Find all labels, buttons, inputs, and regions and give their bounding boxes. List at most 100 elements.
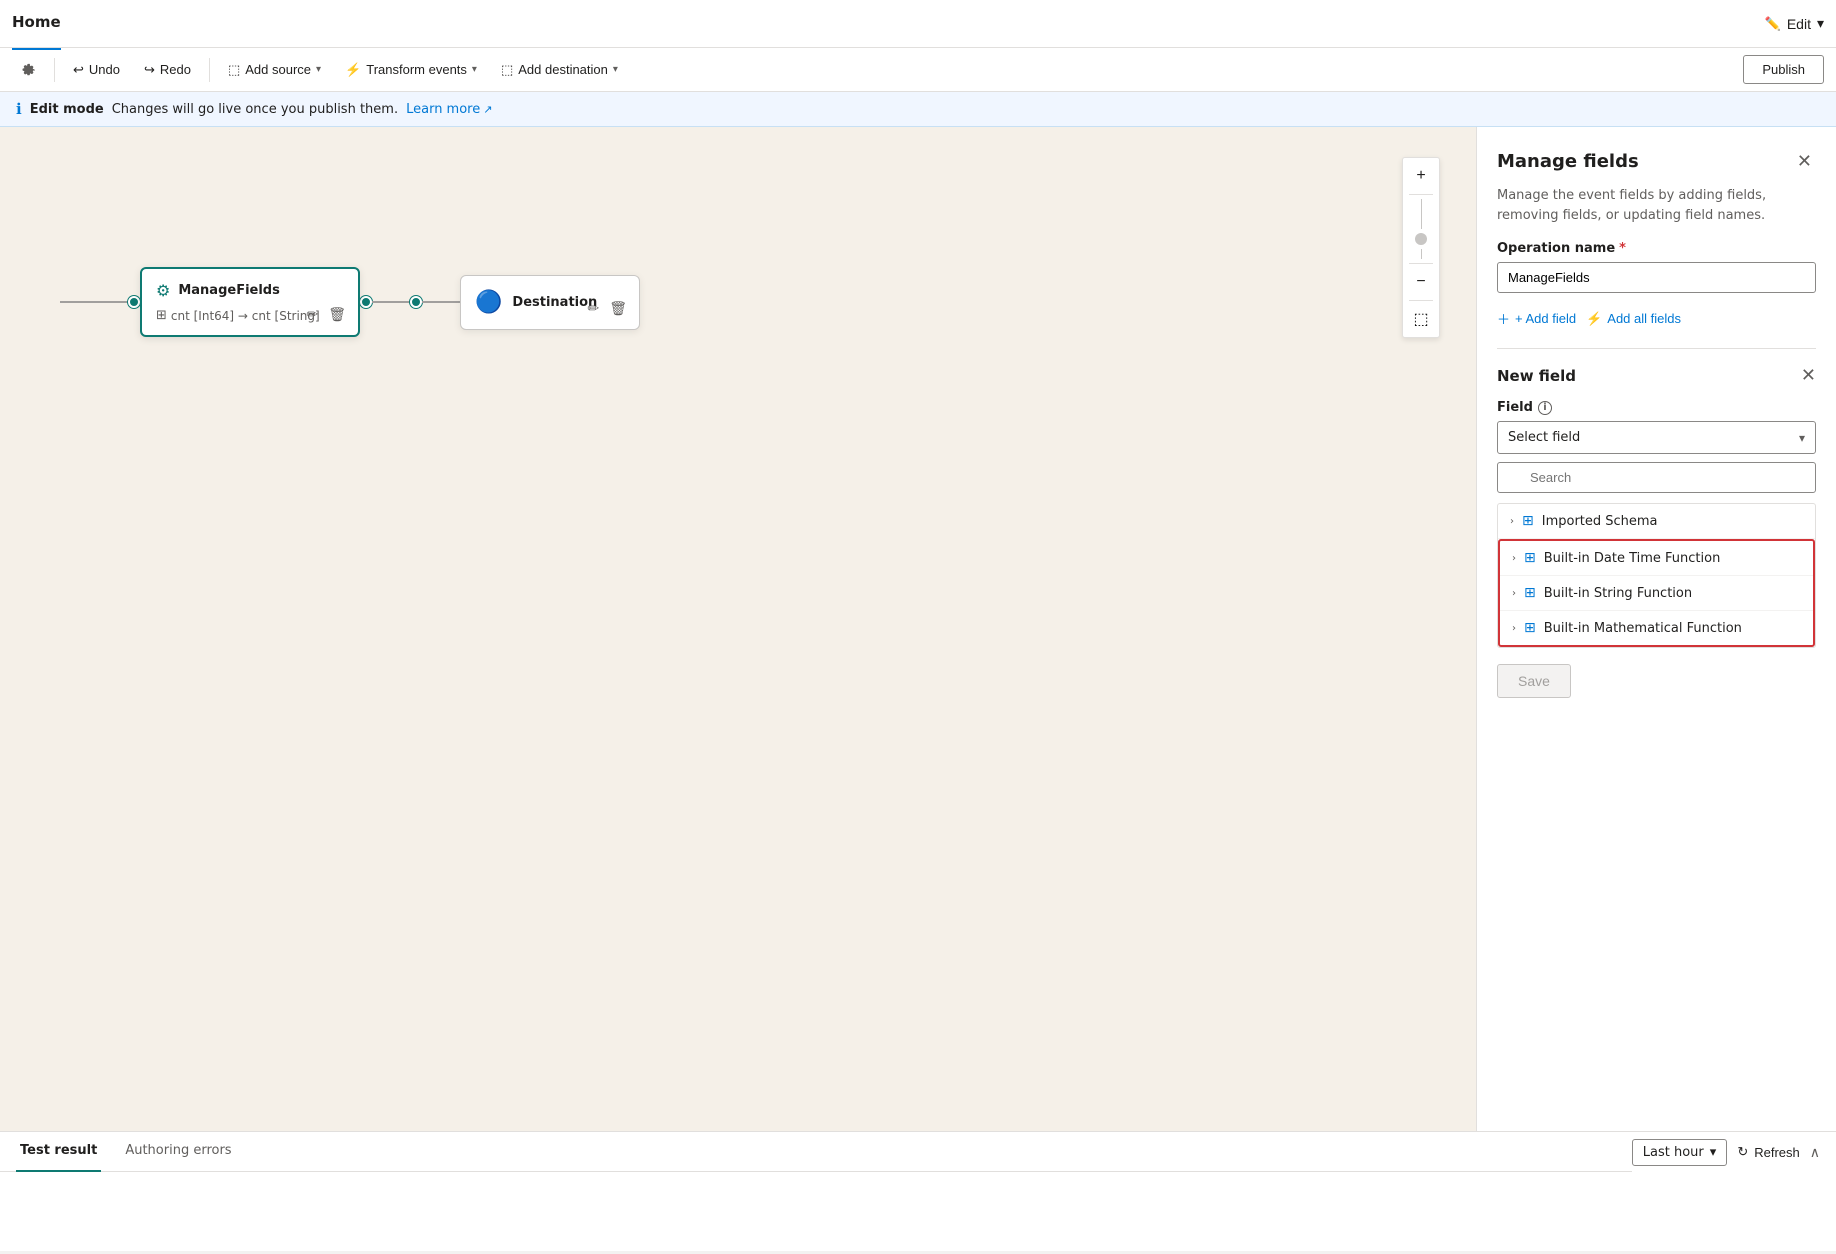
edit-button[interactable]: ✏️ Edit ▾ (1765, 15, 1824, 32)
search-input[interactable] (1497, 462, 1816, 493)
bottom-controls: Last hour ▾ ↻ Refresh ∧ (1632, 1139, 1836, 1166)
highlighted-group: › ⊞ Built-in Date Time Function › ⊞ Buil… (1498, 539, 1815, 647)
refresh-label: Refresh (1754, 1145, 1800, 1160)
settings-button[interactable] (12, 57, 46, 83)
time-select-dropdown[interactable]: Last hour ▾ (1632, 1139, 1728, 1166)
zoom-select-button[interactable]: ⬚ (1403, 301, 1439, 337)
node-icon: ⚙ (156, 281, 170, 300)
item-label: Built-in Date Time Function (1544, 551, 1721, 566)
new-field-header: New field ✕ (1497, 365, 1816, 386)
transform-events-label: Transform events (366, 62, 467, 77)
bottom-tabs: Test result Authoring errors (0, 1132, 1632, 1172)
banner-message: Edit mode (30, 102, 104, 117)
item-label: Imported Schema (1542, 514, 1658, 529)
incoming-connector (60, 296, 140, 308)
new-field-close-button[interactable]: ✕ (1801, 365, 1816, 386)
add-all-fields-button[interactable]: ⚡ Add all fields (1586, 309, 1681, 328)
tab-test-result[interactable]: Test result (16, 1132, 101, 1172)
save-button[interactable]: Save (1497, 664, 1571, 698)
zoom-in-button[interactable]: + (1403, 158, 1439, 194)
time-chevron-icon: ▾ (1710, 1145, 1717, 1160)
dest-delete-button[interactable]: 🗑 (607, 298, 629, 319)
toolbar: ↩ Undo ↪ Redo ⬚ Add source ▾ ⚡ Transform… (0, 48, 1836, 92)
destination-node: 🔵 Destination ✏ 🗑 (460, 275, 640, 330)
redo-button[interactable]: ↪ Redo (134, 56, 201, 84)
main-area: + − ⬚ ⚙ Ma (0, 127, 1836, 1131)
zoom-out-button[interactable]: − (1403, 264, 1439, 300)
node-header: ⚙ ManageFields (156, 281, 344, 300)
dest-edit-button[interactable]: ✏ (585, 298, 601, 319)
bottom-panel: Test result Authoring errors Last hour ▾… (0, 1131, 1836, 1251)
undo-label: Undo (89, 62, 120, 77)
required-indicator: * (1619, 241, 1626, 256)
publish-button[interactable]: Publish (1743, 55, 1824, 84)
bottom-content (0, 1172, 1836, 1251)
grid-icon: ⊞ (1524, 620, 1536, 636)
operation-name-input[interactable] (1497, 262, 1816, 293)
manage-fields-node: ⚙ ManageFields ⊞ cnt [Int64] → cnt [Stri… (140, 267, 360, 337)
add-field-button[interactable]: ＋ + Add field (1497, 309, 1576, 328)
grid-icon: ⊞ (1524, 585, 1536, 601)
destination-icon: ⬚ (501, 62, 513, 78)
undo-button[interactable]: ↩ Undo (63, 56, 130, 84)
zoom-handle (1415, 233, 1427, 245)
list-item[interactable]: › ⊞ Built-in Date Time Function (1500, 541, 1813, 576)
canvas: + − ⬚ ⚙ Ma (0, 127, 1476, 1131)
chevron-right-icon: › (1512, 588, 1516, 599)
collapse-button[interactable]: ∧ (1810, 1144, 1820, 1161)
flow-area: ⚙ ManageFields ⊞ cnt [Int64] → cnt [Stri… (60, 267, 640, 337)
panel-title: Manage fields (1497, 151, 1639, 172)
refresh-button[interactable]: ↻ Refresh (1737, 1144, 1799, 1160)
transform-events-button[interactable]: ⚡ Transform events ▾ (335, 56, 487, 84)
select-field-dropdown[interactable]: Select field ▾ (1497, 421, 1816, 454)
list-item[interactable]: › ⊞ Imported Schema (1498, 504, 1815, 539)
dropdown-list: › ⊞ Imported Schema › ⊞ Built-in Date Ti… (1497, 503, 1816, 648)
item-label: Built-in String Function (1544, 586, 1692, 601)
add-source-label: Add source (245, 62, 311, 77)
node-body: cnt [Int64] → cnt [String] (171, 309, 320, 323)
info-icon: ℹ (16, 100, 22, 118)
chevron-down-icon: ▾ (1817, 15, 1824, 32)
item-label: Built-in Mathematical Function (1544, 621, 1742, 636)
panel-actions: ＋ + Add field ⚡ Add all fields (1497, 309, 1816, 328)
right-panel: Manage fields ✕ Manage the event fields … (1476, 127, 1836, 1131)
chevron-right-icon: › (1512, 623, 1516, 634)
plus-icon: ＋ (1497, 309, 1510, 328)
gear-icon (22, 63, 36, 77)
list-item[interactable]: › ⊞ Built-in String Function (1500, 576, 1813, 611)
panel-description: Manage the event fields by adding fields… (1497, 186, 1816, 225)
learn-more-link[interactable]: Learn more ↗ (406, 102, 492, 117)
add-source-button[interactable]: ⬚ Add source ▾ (218, 56, 331, 84)
grid-icon: ⊞ (1524, 550, 1536, 566)
node-delete-button[interactable]: 🗑 (326, 304, 348, 325)
tab-authoring-errors-label: Authoring errors (125, 1143, 231, 1158)
new-field-section: New field ✕ Field i Select field ▾ 🔍 (1497, 348, 1816, 698)
banner-sub-message: Changes will go live once you publish th… (112, 102, 398, 117)
top-nav: Home ✏️ Edit ▾ (0, 0, 1836, 48)
field-label: Field i (1497, 400, 1816, 415)
destination-actions: ✏ 🗑 (585, 298, 629, 319)
node-edit-button[interactable]: ✏ (304, 304, 320, 325)
collapse-icon: ∧ (1810, 1144, 1820, 1160)
add-source-icon: ⬚ (228, 62, 240, 78)
transform-icon: ⚡ (345, 62, 361, 78)
panel-header: Manage fields ✕ (1497, 147, 1816, 176)
chevron-right-icon: › (1512, 553, 1516, 564)
tab-authoring-errors[interactable]: Authoring errors (121, 1132, 235, 1172)
node-actions: ✏ 🗑 (304, 304, 348, 325)
info-icon: i (1538, 401, 1552, 415)
panel-close-button[interactable]: ✕ (1793, 147, 1816, 176)
divider2 (209, 58, 210, 82)
chevron-down-icon: ▾ (613, 64, 618, 75)
redo-label: Redo (160, 62, 191, 77)
chevron-right-icon: › (1510, 516, 1514, 527)
redo-icon: ↪ (144, 62, 155, 78)
flash-icon: ⚡ (1586, 311, 1602, 327)
list-item[interactable]: › ⊞ Built-in Mathematical Function (1500, 611, 1813, 645)
time-selected-label: Last hour (1643, 1145, 1704, 1160)
node-title: ManageFields (178, 283, 280, 298)
new-field-title: New field (1497, 367, 1576, 385)
select-icon: ⬚ (1413, 309, 1428, 329)
zoom-controls: + − ⬚ (1402, 157, 1440, 338)
add-destination-button[interactable]: ⬚ Add destination ▾ (491, 56, 628, 84)
